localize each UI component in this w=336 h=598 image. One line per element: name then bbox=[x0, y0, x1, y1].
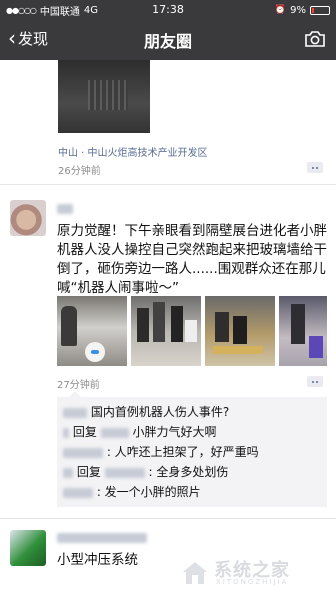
post-author-name[interactable] bbox=[57, 201, 73, 216]
comment-row[interactable]: 回复 小胖力气好大啊 bbox=[63, 423, 217, 440]
post-text: 原力觉醒！下午亲眼看到隔壁展台进化者小胖机器人没人操控自己突然跑起来把玻璃墙给干… bbox=[57, 223, 327, 296]
carrier-label: 中国联通 bbox=[39, 6, 80, 18]
battery-icon bbox=[310, 5, 330, 15]
comment-row[interactable]: 国内首例机器人伤人事件? bbox=[63, 403, 229, 420]
comment-more-button[interactable] bbox=[307, 376, 323, 387]
post-author-name[interactable] bbox=[57, 530, 147, 545]
network-label: 4G bbox=[83, 4, 99, 16]
post-image[interactable] bbox=[131, 296, 201, 366]
divider bbox=[0, 518, 336, 519]
status-bar: ●●○○○ 中国联通 4G 17:38 ⏰ 9% bbox=[0, 0, 336, 20]
comment-reply-label: 回复 bbox=[76, 465, 101, 479]
comment-more-button[interactable] bbox=[307, 162, 323, 173]
post-location[interactable]: 中山 · 中山火炬高技术产业开发区 bbox=[58, 144, 208, 159]
post-text: 小型冲压系统 bbox=[57, 552, 138, 568]
signal-icon: ●●○○○ bbox=[6, 5, 37, 15]
watermark-logo: 系统之家 XITONGZHIJIA bbox=[180, 554, 330, 594]
comment-text: 小胖力气好大啊 bbox=[132, 425, 217, 439]
watermark-subtext: XITONGZHIJIA bbox=[216, 578, 289, 586]
chevron-left-icon: ‹ bbox=[8, 25, 16, 50]
camera-icon bbox=[305, 31, 325, 47]
post-image[interactable] bbox=[205, 296, 275, 366]
avatar[interactable] bbox=[10, 530, 46, 566]
house-icon bbox=[183, 562, 207, 584]
back-button[interactable]: ‹ 发现 bbox=[8, 28, 48, 49]
camera-button[interactable] bbox=[304, 30, 326, 52]
post-image[interactable] bbox=[58, 60, 150, 133]
comment-row[interactable]: : 发一个小胖的照片 bbox=[63, 483, 201, 500]
comment-text: : 全身多处划伤 bbox=[148, 465, 229, 479]
battery-percent: 9% bbox=[290, 4, 306, 16]
comment-text: 国内首例机器人伤人事件? bbox=[90, 405, 230, 419]
comment-row[interactable]: 回复 : 全身多处划伤 bbox=[63, 463, 228, 480]
page-title: 朋友圈 bbox=[143, 32, 192, 51]
divider bbox=[0, 184, 336, 185]
comment-text: : 人咋还上担架了，好严重吗 bbox=[106, 445, 259, 459]
comment-text: : 发一个小胖的照片 bbox=[96, 485, 201, 499]
top-bar: ●●○○○ 中国联通 4G 17:38 ⏰ 9% ‹ 发现 朋友圈 bbox=[0, 0, 336, 60]
comment-row[interactable]: : 人咋还上担架了，好严重吗 bbox=[63, 443, 259, 460]
nav-bar: ‹ 发现 朋友圈 bbox=[0, 20, 336, 60]
back-label: 发现 bbox=[18, 30, 49, 48]
moments-feed[interactable]: 中山 · 中山火炬高技术产业开发区 26分钟前 原力觉醒！下午亲眼看到隔壁展台进… bbox=[0, 60, 336, 598]
post-time: 27分钟前 bbox=[57, 380, 100, 391]
avatar[interactable] bbox=[10, 200, 46, 236]
post-time: 26分钟前 bbox=[58, 166, 101, 177]
comment-reply-label: 回复 bbox=[72, 425, 97, 439]
comments-box: 国内首例机器人伤人事件? 回复 小胖力气好大啊 : 人咋还上担架了，好严重吗 回… bbox=[57, 391, 327, 507]
alarm-icon: ⏰ bbox=[274, 5, 287, 15]
post-image[interactable] bbox=[57, 296, 127, 366]
post-image[interactable] bbox=[279, 296, 327, 366]
